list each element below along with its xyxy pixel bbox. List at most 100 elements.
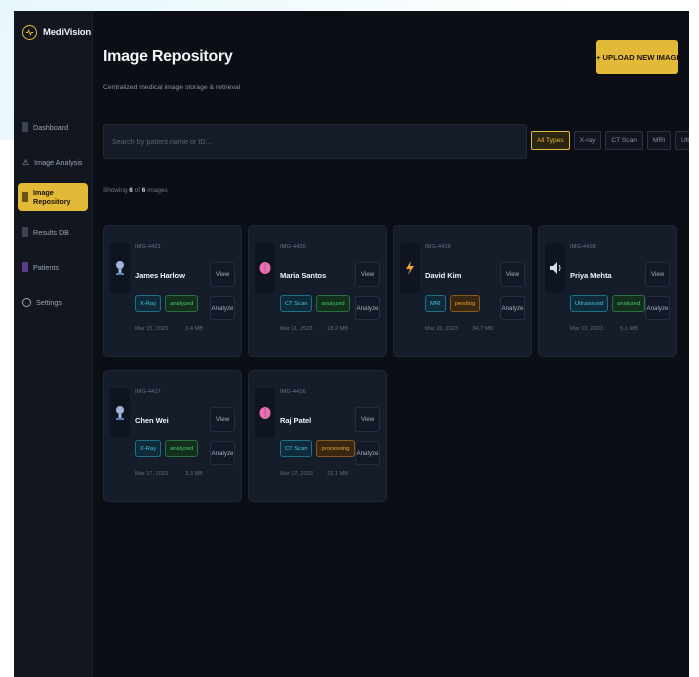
view-button[interactable]: View xyxy=(210,262,235,287)
repository-icon xyxy=(22,192,28,202)
speaker-icon xyxy=(545,243,565,293)
image-size: 3.3 MB xyxy=(185,471,203,477)
patient-name: Maria Santos xyxy=(280,271,327,280)
type-badge: Ultrasound xyxy=(570,295,609,312)
image-id: IMG-4417 xyxy=(135,389,161,395)
search-input[interactable] xyxy=(103,124,527,159)
count-total: 6 xyxy=(141,187,146,194)
lightning-icon xyxy=(400,243,420,293)
count-suffix: images xyxy=(147,187,168,194)
filter-ct-scan[interactable]: CT Scan xyxy=(605,131,643,150)
image-date: Mar 17, 2023 xyxy=(135,471,168,477)
status-badge: analyzed xyxy=(612,295,646,312)
image-date: Mar 15, 2023 xyxy=(135,326,168,332)
view-button[interactable]: View xyxy=(210,407,235,432)
count-shown: 6 xyxy=(129,187,133,194)
analyze-button[interactable]: Analyze xyxy=(210,441,235,465)
patients-icon xyxy=(22,262,28,272)
view-button[interactable]: View xyxy=(355,407,380,432)
xray-icon xyxy=(110,243,130,293)
sidebar-item-label: Image Repository xyxy=(33,188,71,206)
image-id: IMG-4420 xyxy=(280,244,306,250)
filter-all-types[interactable]: All Types xyxy=(531,131,570,150)
card-tags: MRI pending xyxy=(425,295,481,312)
count-of: of xyxy=(134,187,140,194)
type-badge: CT Scan xyxy=(280,295,313,312)
sidebar-item-label: Image Analysis xyxy=(34,157,83,167)
image-size: 22.1 MB xyxy=(327,471,348,477)
status-badge: analyzed xyxy=(165,295,199,312)
brain-icon xyxy=(255,243,275,293)
image-size: 2.4 MB xyxy=(185,326,203,332)
image-analysis-icon: ⚠ xyxy=(22,157,30,167)
sidebar-item-image-repository[interactable]: Image Repository xyxy=(18,183,88,211)
sidebar-item-results-db[interactable]: Results DB xyxy=(18,218,88,246)
upload-new-image-button[interactable]: + UPLOAD NEW IMAGE xyxy=(596,40,681,74)
page-subtitle: Centralized medical image storage & retr… xyxy=(103,84,241,91)
card-tags: CT Scan processing xyxy=(280,440,355,457)
settings-icon xyxy=(22,297,31,307)
filter-ultrasound[interactable]: Ultrasound xyxy=(675,131,689,150)
type-badge: MRI xyxy=(425,295,446,312)
brain-icon xyxy=(255,388,275,438)
type-filters: All Types X-ray CT Scan MRI Ultrasound xyxy=(531,131,689,150)
xray-icon xyxy=(110,388,130,438)
patient-name: Raj Patel xyxy=(280,416,312,425)
sidebar-item-label: Patients xyxy=(33,262,59,272)
main-content: Image Repository Centralized medical ima… xyxy=(92,11,689,677)
patient-name: Chen Wei xyxy=(135,416,169,425)
sidebar-item-settings[interactable]: Settings xyxy=(18,288,88,316)
sidebar-item-label: Settings xyxy=(36,297,62,307)
patient-name: David Kim xyxy=(425,271,462,280)
image-date: Mar 17, 2023 xyxy=(280,471,313,477)
page-title: Image Repository xyxy=(103,48,233,65)
image-id: IMG-4421 xyxy=(135,244,161,250)
sidebar: MediVision Dashboard ⚠ Image Analysis Im… xyxy=(14,11,93,677)
patient-name: James Harlow xyxy=(135,271,185,280)
status-badge: pending xyxy=(449,295,481,312)
analyze-button[interactable]: Analyze xyxy=(210,296,235,320)
type-badge: X-Ray xyxy=(135,440,162,457)
brand-name: MediVision xyxy=(43,27,91,38)
sidebar-item-label: Dashboard xyxy=(33,122,69,132)
database-icon xyxy=(22,227,28,237)
result-count: Showing 6 of 6 images xyxy=(103,187,168,194)
image-card[interactable]: IMG-4418 Priya Mehta Ultrasound analyzed… xyxy=(538,225,677,357)
status-badge: analyzed xyxy=(165,440,199,457)
card-tags: CT Scan analyzed xyxy=(280,295,350,312)
image-card[interactable]: IMG-4420 Maria Santos CT Scan analyzed M… xyxy=(248,225,387,357)
sidebar-item-image-analysis[interactable]: ⚠ Image Analysis xyxy=(18,148,88,176)
sidebar-item-patients[interactable]: Patients xyxy=(18,253,88,281)
view-button[interactable]: View xyxy=(500,262,525,287)
patient-name: Priya Mehta xyxy=(570,271,612,280)
image-date: Mar 13, 2023 xyxy=(570,326,603,332)
image-card[interactable]: IMG-4419 David Kim MRI pending Mar 15, 2… xyxy=(393,225,532,357)
sidebar-item-dashboard[interactable]: Dashboard xyxy=(18,113,88,141)
card-tags: X-Ray analyzed xyxy=(135,295,199,312)
card-tags: Ultrasound analyzed xyxy=(570,295,646,312)
image-card[interactable]: IMG-4421 James Harlow X-Ray analyzed Mar… xyxy=(103,225,242,357)
status-badge: analyzed xyxy=(316,295,350,312)
filter-xray[interactable]: X-ray xyxy=(573,131,602,150)
analyze-button[interactable]: Analyze xyxy=(355,296,380,320)
image-card[interactable]: IMG-4417 Chen Wei X-Ray analyzed Mar 17,… xyxy=(103,370,242,502)
image-date: Mar 15, 2023 xyxy=(425,326,458,332)
analyze-button[interactable]: Analyze xyxy=(355,441,380,465)
image-date: Mar 11, 2023 xyxy=(280,326,313,332)
analyze-button[interactable]: Analyze xyxy=(500,296,525,320)
image-card[interactable]: IMG-4416 Raj Patel CT Scan processing Ma… xyxy=(248,370,387,502)
image-size: 5.1 MB xyxy=(620,326,638,332)
type-badge: X-Ray xyxy=(135,295,162,312)
count-prefix: Showing xyxy=(103,187,128,194)
dashboard-icon xyxy=(22,122,28,132)
card-tags: X-Ray analyzed xyxy=(135,440,199,457)
view-button[interactable]: View xyxy=(355,262,380,287)
type-badge: CT Scan xyxy=(280,440,313,457)
brand-logo-icon xyxy=(22,25,37,40)
image-size: 34.7 MB xyxy=(472,326,493,332)
filter-mri[interactable]: MRI xyxy=(646,131,672,150)
sidebar-item-label: Results DB xyxy=(33,227,69,237)
analyze-button[interactable]: Analyze xyxy=(645,296,670,320)
image-id: IMG-4418 xyxy=(570,244,596,250)
view-button[interactable]: View xyxy=(645,262,670,287)
